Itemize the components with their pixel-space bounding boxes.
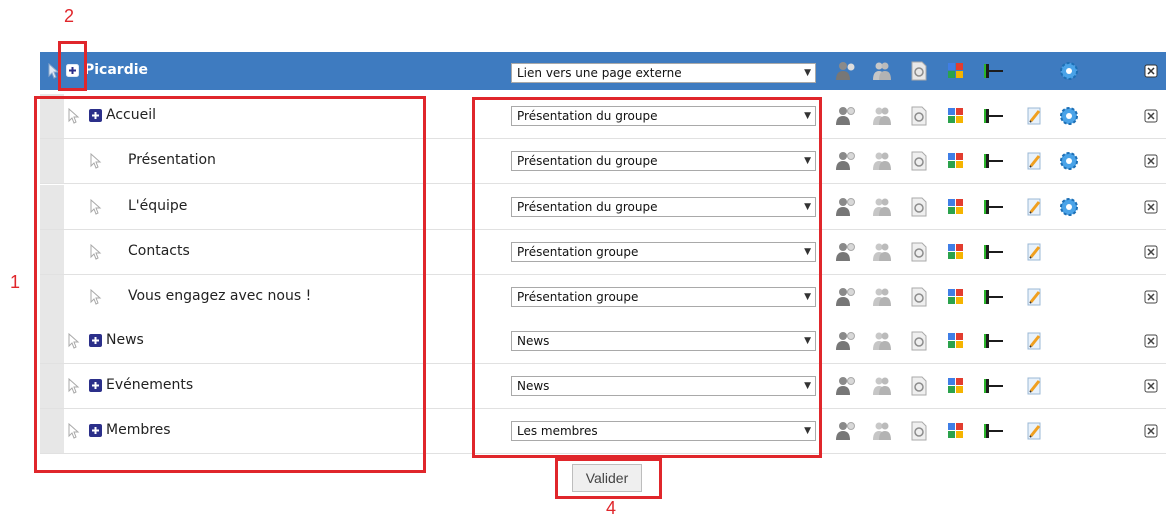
page-icon[interactable] [908,196,930,218]
root-title: Picardie [84,62,149,78]
annotation-number-2: 2 [64,6,75,26]
flag-icon[interactable] [982,286,1004,308]
annotation-box-4 [555,458,662,499]
annotation-box-2 [58,41,87,91]
close-icon[interactable] [1144,334,1158,348]
add-user-icon[interactable] [834,330,856,352]
add-user-icon[interactable] [834,105,856,127]
flag-icon[interactable] [982,105,1004,127]
page-icon[interactable] [908,286,930,308]
page-icon[interactable] [908,241,930,263]
users-icon[interactable] [871,196,893,218]
flag-icon[interactable] [982,150,1004,172]
edit-icon[interactable] [1023,150,1045,172]
users-icon[interactable] [871,105,893,127]
edit-icon[interactable] [1023,420,1045,442]
select-value: Lien vers une page externe [517,66,682,80]
close-icon[interactable] [1144,379,1158,393]
annotation-number-4: 4 [606,498,617,518]
add-user-icon[interactable] [834,150,856,172]
flag-icon[interactable] [982,330,1004,352]
close-icon[interactable] [1144,290,1158,304]
page-icon[interactable] [908,105,930,127]
close-icon[interactable] [1144,64,1158,78]
google-icon[interactable] [945,420,967,442]
users-icon[interactable] [871,150,893,172]
annotation-number-1: 1 [10,272,21,292]
close-icon[interactable] [1144,154,1158,168]
close-icon[interactable] [1144,200,1158,214]
gear-icon[interactable] [1058,150,1080,172]
google-icon[interactable] [945,60,967,82]
edit-icon[interactable] [1023,196,1045,218]
tree-root-row[interactable]: Picardie Lien vers une page externe ▼ [40,52,1166,90]
users-icon[interactable] [871,60,893,82]
page-icon[interactable] [908,150,930,172]
close-icon[interactable] [1144,245,1158,259]
google-icon[interactable] [945,375,967,397]
users-icon[interactable] [871,241,893,263]
gear-icon[interactable] [1058,105,1080,127]
chevron-down-icon: ▼ [804,68,811,78]
edit-icon[interactable] [1023,286,1045,308]
users-icon[interactable] [871,330,893,352]
flag-icon[interactable] [982,196,1004,218]
flag-icon[interactable] [982,60,1004,82]
edit-icon[interactable] [1023,375,1045,397]
google-icon[interactable] [945,286,967,308]
gear-icon[interactable] [1058,196,1080,218]
google-icon[interactable] [945,196,967,218]
edit-icon[interactable] [1023,105,1045,127]
header-page-type-select[interactable]: Lien vers une page externe ▼ [511,63,816,83]
add-user-icon[interactable] [834,286,856,308]
annotation-box-1 [34,96,426,473]
gear-icon[interactable] [1058,60,1080,82]
users-icon[interactable] [871,286,893,308]
flag-icon[interactable] [982,375,1004,397]
google-icon[interactable] [945,241,967,263]
page-icon[interactable] [908,60,930,82]
page-icon[interactable] [908,330,930,352]
close-icon[interactable] [1144,424,1158,438]
google-icon[interactable] [945,330,967,352]
edit-icon[interactable] [1023,241,1045,263]
add-user-icon[interactable] [834,420,856,442]
users-icon[interactable] [871,420,893,442]
google-icon[interactable] [945,150,967,172]
edit-icon[interactable] [1023,330,1045,352]
add-user-icon[interactable] [834,375,856,397]
close-icon[interactable] [1144,109,1158,123]
add-user-icon[interactable] [834,60,856,82]
add-user-icon[interactable] [834,241,856,263]
flag-icon[interactable] [982,420,1004,442]
flag-icon[interactable] [982,241,1004,263]
page-icon[interactable] [908,375,930,397]
annotation-box-3 [472,97,822,458]
add-user-icon[interactable] [834,196,856,218]
google-icon[interactable] [945,105,967,127]
page-icon[interactable] [908,420,930,442]
users-icon[interactable] [871,375,893,397]
